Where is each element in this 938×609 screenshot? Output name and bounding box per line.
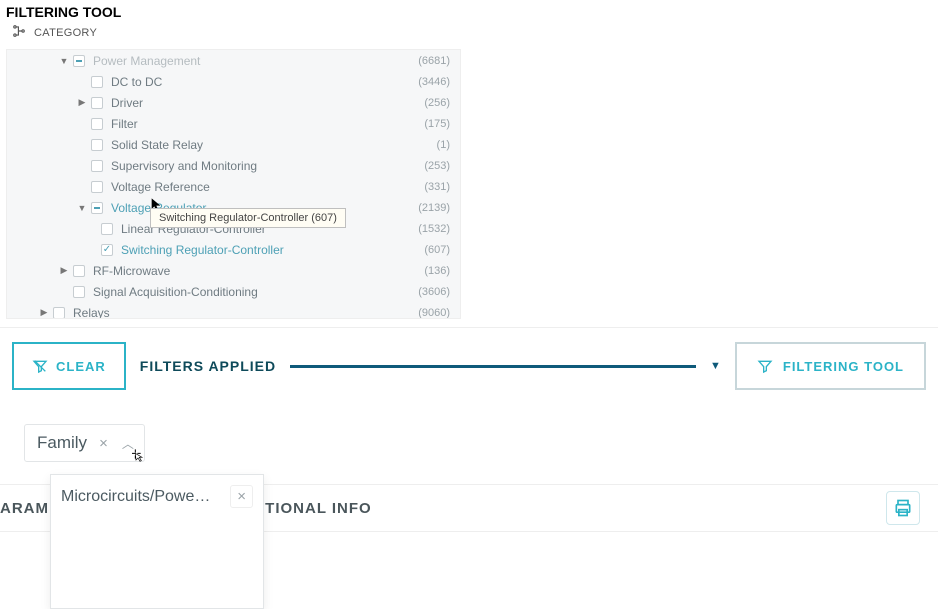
tree-label: Filter: [111, 117, 424, 131]
chip-family-remove[interactable]: ×: [95, 435, 112, 452]
tree-count: (253): [424, 160, 450, 172]
tree-count: (331): [424, 181, 450, 193]
tree-row[interactable]: ▼ Power Management(6681): [7, 50, 460, 71]
tree-checkbox[interactable]: [101, 223, 113, 235]
tree-checkbox[interactable]: [53, 307, 65, 319]
caret-right-icon[interactable]: ▶: [39, 307, 49, 318]
dropdown-item-label: Microcircuits/Powe…: [61, 488, 210, 506]
page-title: FILTERING TOOL: [0, 0, 938, 22]
tree-checkbox[interactable]: [91, 97, 103, 109]
print-button[interactable]: [886, 491, 920, 525]
tree-count: (3606): [418, 286, 450, 298]
tree-label: Relays: [73, 306, 418, 320]
chip-family-label: Family: [37, 433, 87, 453]
tree-count: (9060): [418, 307, 450, 319]
filters-applied-label: FILTERS APPLIED: [140, 358, 276, 374]
filters-bar: CLEAR FILTERS APPLIED ▼ FILTERING TOOL: [0, 327, 938, 404]
tree-checkbox[interactable]: [101, 244, 113, 256]
tab-additional-info-partial[interactable]: ITIONAL INFO: [260, 500, 372, 517]
filtering-tool-label: FILTERING TOOL: [783, 359, 904, 374]
chip-family[interactable]: Family × ︿: [24, 424, 145, 462]
tree-label: Signal Acquisition-Conditioning: [93, 285, 418, 299]
tree-count: (607): [424, 244, 450, 256]
tree-row[interactable]: ▶ Driver(256): [7, 92, 460, 113]
tree-count: (6681): [418, 55, 450, 67]
tree-label: DC to DC: [111, 75, 418, 89]
tree-checkbox[interactable]: [91, 181, 103, 193]
tree-label: Solid State Relay: [111, 138, 437, 152]
tree-checkbox[interactable]: [91, 118, 103, 130]
tree-count: (175): [424, 118, 450, 130]
chip-family-dropdown: Microcircuits/Powe… ×: [50, 474, 264, 609]
tree-row[interactable]: ▶Signal Acquisition-Conditioning(3606): [7, 281, 460, 302]
tree-count: (1): [437, 139, 450, 151]
caret-right-icon[interactable]: ▶: [77, 97, 87, 108]
filters-divider-line: [290, 365, 696, 368]
dropdown-item-remove[interactable]: ×: [230, 485, 253, 508]
tree-count: (3446): [418, 76, 450, 88]
tree-tooltip: Switching Regulator-Controller (607): [150, 208, 346, 228]
category-tree: ▼Power Management(6681)▶DC to DC(3446)▶D…: [6, 49, 461, 319]
tree-checkbox[interactable]: [91, 139, 103, 151]
dropdown-item[interactable]: Microcircuits/Powe… ×: [61, 485, 253, 508]
tree-label: Driver: [111, 96, 424, 110]
tree-checkbox[interactable]: [73, 265, 85, 277]
tree-checkbox[interactable]: [73, 286, 85, 298]
tree-label: Supervisory and Monitoring: [111, 159, 424, 173]
cursor-icon: [130, 448, 146, 464]
filtering-tool-button[interactable]: FILTERING TOOL: [735, 342, 926, 390]
tree-row[interactable]: ▶Supervisory and Monitoring(253): [7, 155, 460, 176]
filters-collapse-caret[interactable]: ▼: [710, 360, 721, 372]
tree-row[interactable]: ▶Voltage Reference(331): [7, 176, 460, 197]
category-label: CATEGORY: [34, 27, 97, 39]
clear-button[interactable]: CLEAR: [12, 342, 126, 390]
caret-right-icon[interactable]: ▶: [59, 265, 69, 276]
tree-checkbox[interactable]: [91, 76, 103, 88]
caret-down-icon[interactable]: ▼: [59, 56, 69, 66]
filter-tree-icon: [12, 24, 26, 41]
tree-row[interactable]: ▶Switching Regulator-Controller(607): [7, 239, 460, 260]
tree-checkbox[interactable]: [73, 55, 85, 67]
tree-count: (1532): [418, 223, 450, 235]
tree-label: Power Management: [93, 54, 418, 68]
tree-count: (136): [424, 265, 450, 277]
tree-row[interactable]: ▶Filter(175): [7, 113, 460, 134]
tree-checkbox[interactable]: [91, 202, 103, 214]
clear-label: CLEAR: [56, 359, 106, 374]
tree-row[interactable]: ▶Solid State Relay(1): [7, 134, 460, 155]
tree-label: RF-Microwave: [93, 264, 424, 278]
tree-count: (256): [424, 97, 450, 109]
tree-count: (2139): [418, 202, 450, 214]
tree-label: Switching Regulator-Controller: [121, 243, 424, 257]
tree-checkbox[interactable]: [91, 160, 103, 172]
applied-filter-chips: Family × ︿ Microcircuits/Powe… ×: [0, 424, 938, 484]
tree-label: Voltage Reference: [111, 180, 424, 194]
tree-row[interactable]: ▶ RF-Microwave(136): [7, 260, 460, 281]
tree-row[interactable]: ▶DC to DC(3446): [7, 71, 460, 92]
caret-down-icon[interactable]: ▼: [77, 203, 87, 213]
category-header: CATEGORY: [0, 22, 938, 49]
tree-row[interactable]: ▶ Relays(9060): [7, 302, 460, 319]
